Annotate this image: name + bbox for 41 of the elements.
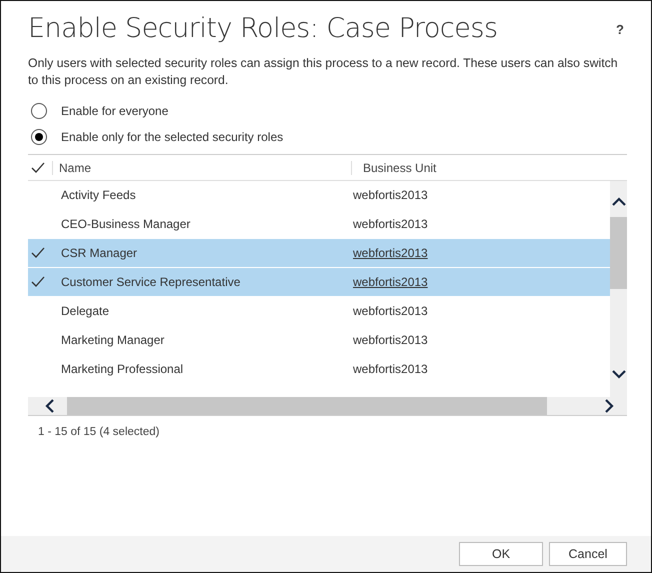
table-cell-text: Delegate	[61, 304, 110, 318]
description-text: Only users with selected security roles can assign this process to a new record. These users can also switch to this process on an existing record.	[28, 55, 619, 89]
scroll-up-icon[interactable]	[612, 197, 626, 207]
table-row[interactable]: Delegate webfortis2013	[28, 297, 610, 326]
help-button[interactable]: ?	[616, 22, 624, 37]
scroll-down-icon[interactable]	[612, 369, 626, 379]
table-cell-text: CSR Manager	[61, 246, 138, 260]
table-cell-text: CEO-Business Manager	[61, 217, 192, 231]
table-cell-text: webfortis2013	[353, 217, 429, 231]
record-count: 1 - 15 of 15 (4 selected)	[37, 426, 160, 438]
scroll-left-icon[interactable]	[45, 399, 55, 413]
table-cell-text: Customer Service Representative	[61, 275, 242, 289]
column-header[interactable]: Business Unit	[351, 160, 627, 174]
table-row[interactable]: Marketing Professional webfortis2013	[28, 355, 610, 384]
radio-label[interactable]: Enable only for the selected security roles	[61, 130, 284, 144]
horizontal-scrollbar[interactable]	[28, 397, 627, 416]
column-header[interactable]: Name	[52, 160, 351, 174]
dialog-title: Enable Security Roles: Case Process	[28, 13, 498, 44]
table-cell-text: webfortis2013	[353, 188, 429, 202]
check-icon	[31, 276, 45, 288]
table-row[interactable]: Activity Feeds webfortis2013	[28, 181, 610, 210]
table-cell-text: Activity Feeds	[61, 188, 137, 202]
table-row[interactable]: Customer Service Representative webfortis2013	[28, 268, 610, 297]
table-cell-text: webfortis2013	[353, 304, 429, 318]
table-cell-text: webfortis2013	[353, 362, 429, 376]
check-icon	[31, 247, 45, 259]
radio-label[interactable]: Enable for everyone	[61, 104, 168, 118]
vertical-scrollbar[interactable]	[610, 181, 627, 397]
table-cell-text: Marketing Manager	[61, 333, 166, 347]
radio-button[interactable]	[31, 103, 47, 119]
table-cell-text: Marketing Professional	[61, 362, 184, 376]
select-all-check-icon[interactable]	[31, 162, 45, 174]
table-row[interactable]: Marketing Manager webfortis2013	[28, 326, 610, 355]
business-unit-link[interactable]: webfortis2013	[353, 246, 610, 260]
radio-button[interactable]	[31, 129, 47, 145]
business-unit-link[interactable]: webfortis2013	[353, 275, 610, 289]
cancel-button[interactable]: Cancel	[549, 542, 627, 566]
table-cell-text: webfortis2013	[353, 333, 429, 347]
ok-button[interactable]: OK	[459, 542, 543, 566]
scroll-right-icon[interactable]	[604, 399, 614, 413]
table-row[interactable]: CSR Manager webfortis2013	[28, 239, 610, 268]
